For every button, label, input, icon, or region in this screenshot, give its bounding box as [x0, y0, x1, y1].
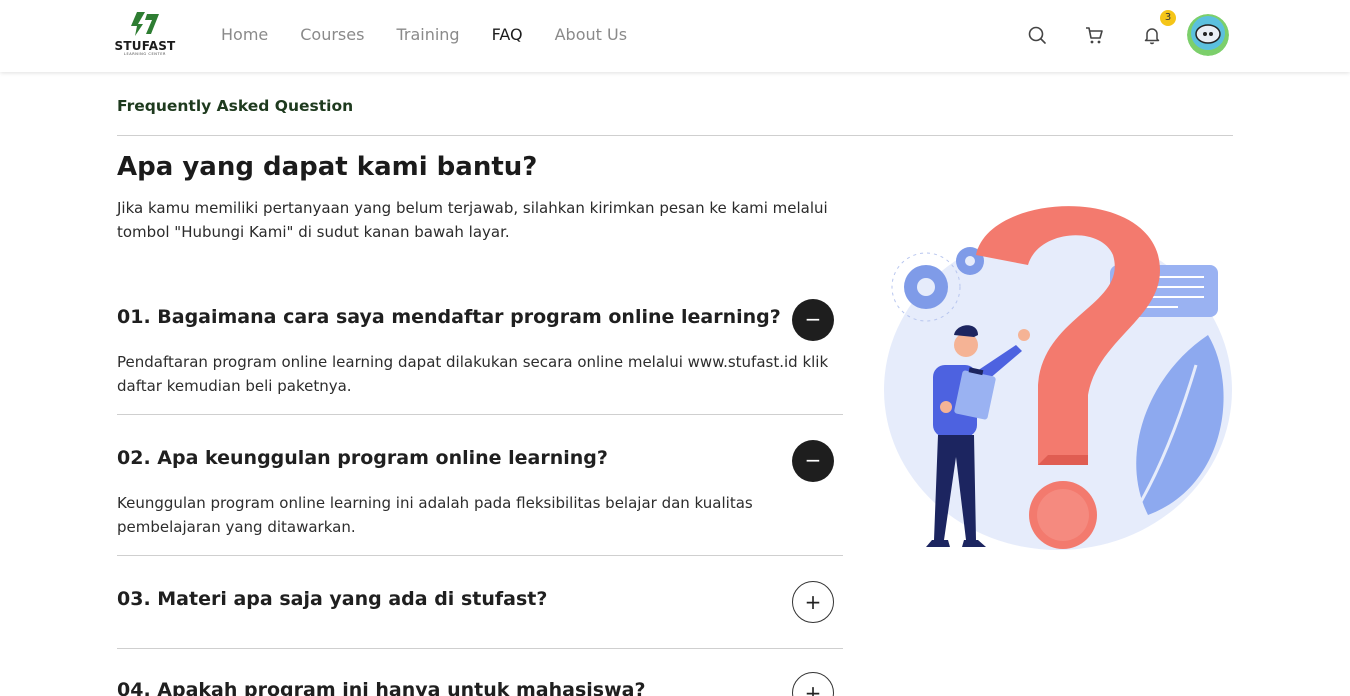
- page-heading: Apa yang dapat kami bantu?: [117, 152, 538, 182]
- stufast-logo[interactable]: STUFAST LEARNING CENTER: [114, 10, 176, 62]
- bell-icon[interactable]: [1141, 24, 1163, 46]
- faq-question[interactable]: 02. Apa keunggulan program online learni…: [117, 447, 608, 469]
- collapse-button[interactable]: −: [792, 440, 834, 482]
- logo-name: STUFAST: [114, 39, 176, 53]
- faq-divider: [117, 414, 843, 415]
- nav-about-us[interactable]: About Us: [555, 24, 627, 46]
- faq-divider: [117, 648, 843, 649]
- user-avatar[interactable]: [1187, 14, 1229, 56]
- nav-training[interactable]: Training: [396, 24, 459, 46]
- top-navbar: STUFAST LEARNING CENTER Home Courses Tra…: [0, 0, 1350, 72]
- section-divider: [117, 135, 1233, 136]
- logo-mark-icon: [131, 12, 159, 36]
- cart-icon[interactable]: [1083, 24, 1105, 46]
- expand-button[interactable]: +: [792, 672, 834, 696]
- faq-divider: [117, 555, 843, 556]
- nav-home[interactable]: Home: [221, 24, 268, 46]
- faq-answer: Keunggulan program online learning ini a…: [117, 494, 753, 536]
- faq-question[interactable]: 01. Bagaimana cara saya mendaftar progra…: [117, 306, 781, 328]
- search-icon[interactable]: [1026, 24, 1048, 46]
- page-label: Frequently Asked Question: [117, 97, 354, 115]
- main-nav: Home Courses Training FAQ About Us: [221, 24, 659, 46]
- faq-question[interactable]: 04. Apakah program ini hanya untuk mahas…: [117, 679, 646, 696]
- nav-faq[interactable]: FAQ: [492, 24, 523, 46]
- collapse-button[interactable]: −: [792, 299, 834, 341]
- nav-courses[interactable]: Courses: [300, 24, 364, 46]
- intro-text: Jika kamu memiliki pertanyaan yang belum…: [117, 199, 828, 241]
- notification-badge: 3: [1160, 10, 1176, 26]
- faq-question[interactable]: 03. Materi apa saja yang ada di stufast?: [117, 588, 547, 610]
- faq-illustration: [878, 195, 1238, 560]
- faq-answer: Pendaftaran program online learning dapa…: [117, 353, 829, 395]
- expand-button[interactable]: +: [792, 581, 834, 623]
